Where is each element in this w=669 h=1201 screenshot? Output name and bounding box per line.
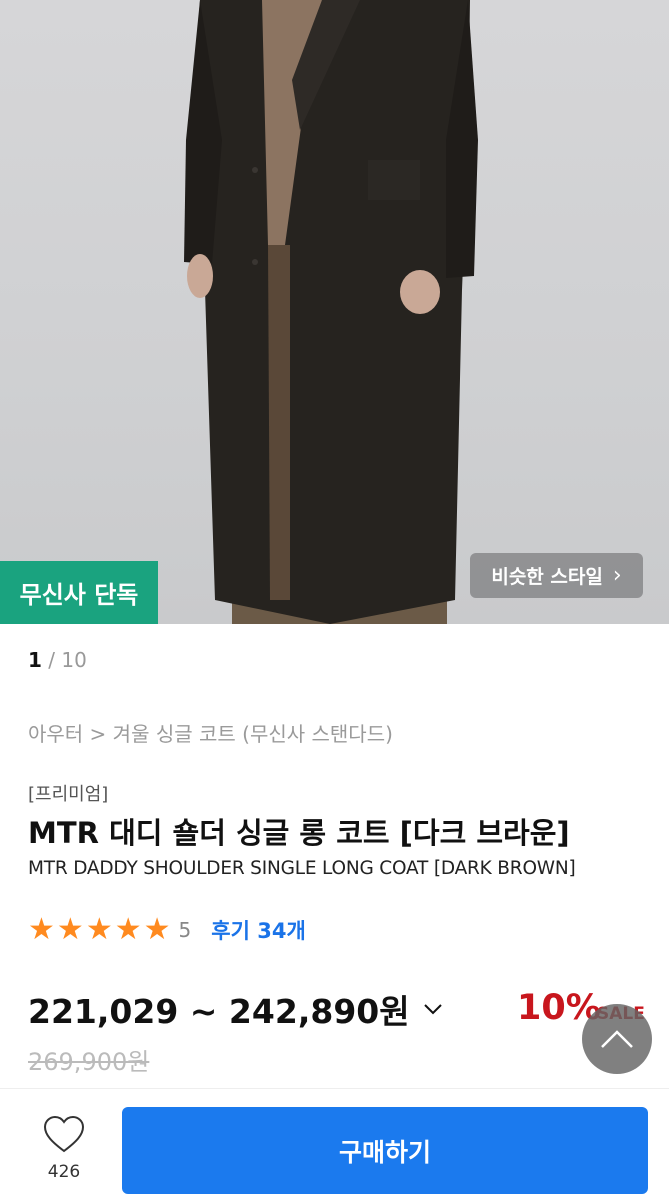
rating-score: 5 (178, 918, 192, 942)
star-icon: ★ (143, 912, 171, 947)
chevron-right-icon: › (612, 563, 622, 588)
similar-style-label: 비슷한 스타일 (491, 566, 603, 588)
heart-icon (43, 1115, 85, 1153)
similar-style-button[interactable]: 비슷한 스타일 › (470, 553, 643, 598)
price-range-selector[interactable]: 221,029 ~ 242,890원 (28, 985, 444, 1033)
image-pager: 1 / 10 (28, 648, 87, 672)
rating: ★ ★ ★ ★ ★ 5 후기 34개 (28, 912, 306, 948)
chevron-up-icon (601, 1030, 633, 1048)
breadcrumb[interactable]: 아우터 > 겨울 싱글 코트 (무신사 스탠다드) (28, 718, 393, 747)
product-subtitle: MTR DADDY SHOULDER SINGLE LONG COAT [DAR… (28, 858, 576, 879)
star-icon: ★ (28, 912, 55, 947)
original-price: 269,900원 (28, 1048, 150, 1076)
exclusive-badge: 무신사 단독 (0, 561, 158, 624)
pager-current: 1 (28, 648, 42, 672)
star-icon: ★ (85, 912, 113, 947)
star-icon: ★ (56, 912, 84, 947)
buy-button[interactable]: 구매하기 (122, 1107, 648, 1194)
pager-separator: / (41, 648, 62, 672)
chevron-down-icon (423, 1004, 442, 1015)
like-button[interactable] (38, 1115, 90, 1159)
scroll-top-button[interactable] (582, 1004, 652, 1074)
product-tag: [프리미엄] (28, 784, 109, 805)
reviews-link[interactable]: 후기 34개 (211, 915, 306, 945)
star-icon: ★ (114, 912, 142, 947)
coat-illustration (184, 0, 478, 624)
product-title: MTR 대디 숄더 싱글 롱 코트 [다크 브라운] (28, 816, 570, 850)
product-image[interactable]: 무신사 단독 비슷한 스타일 › (0, 0, 669, 624)
pager-total: 10 (61, 648, 87, 672)
star-rating: ★ ★ ★ ★ ★ (28, 915, 171, 945)
price-range: 221,029 ~ 242,890원 (28, 992, 410, 1031)
like-count: 426 (47, 1162, 81, 1182)
